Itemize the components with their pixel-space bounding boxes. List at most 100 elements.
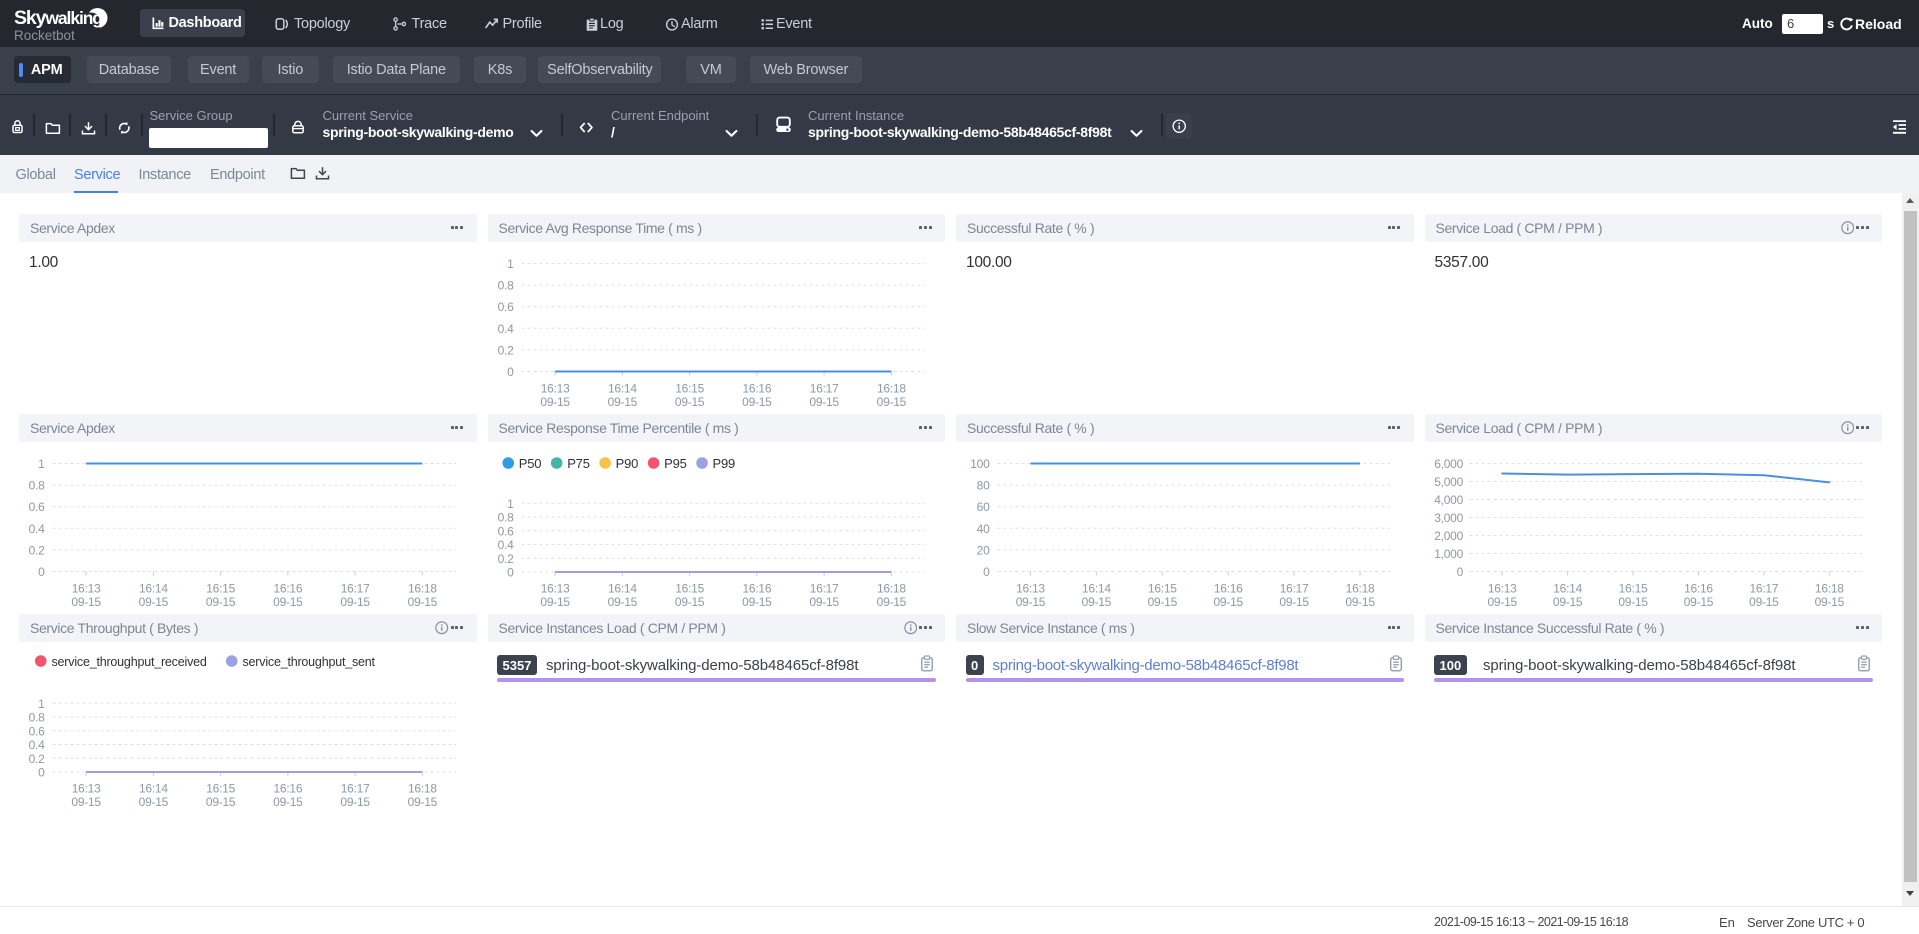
svg-text:16:13: 16:13 [540,581,569,595]
svg-text:16:18: 16:18 [1346,581,1375,595]
svg-text:1,000: 1,000 [1434,547,1463,561]
svg-text:09-15: 09-15 [809,395,839,409]
svg-text:09-15: 09-15 [1345,595,1375,609]
svg-text:09-15: 09-15 [1552,595,1582,609]
svg-text:16:15: 16:15 [675,581,704,595]
svg-text:0.2: 0.2 [29,751,46,765]
svg-text:0.4: 0.4 [497,538,514,552]
svg-text:09-15: 09-15 [1082,595,1112,609]
svg-text:09-15: 09-15 [273,595,303,609]
svg-text:0.4: 0.4 [29,521,46,535]
svg-text:09-15: 09-15 [1148,595,1178,609]
svg-text:60: 60 [977,500,990,514]
svg-text:0.2: 0.2 [497,551,514,565]
svg-text:1: 1 [507,496,514,510]
svg-text:09-15: 09-15 [340,795,370,809]
svg-text:2,000: 2,000 [1434,529,1463,543]
svg-text:09-15: 09-15 [408,795,438,809]
svg-text:09-15: 09-15 [674,395,704,409]
svg-text:09-15: 09-15 [1749,595,1779,609]
svg-text:0.2: 0.2 [29,543,46,557]
svg-text:16:18: 16:18 [1814,581,1843,595]
svg-text:4,000: 4,000 [1434,493,1463,507]
svg-text:09-15: 09-15 [1814,595,1844,609]
svg-text:09-15: 09-15 [206,795,236,809]
svg-text:09-15: 09-15 [607,595,637,609]
svg-text:P99: P99 [712,456,735,471]
svg-text:16:13: 16:13 [72,781,101,795]
svg-text:09-15: 09-15 [1279,595,1309,609]
svg-text:0.8: 0.8 [29,710,46,724]
svg-text:09-15: 09-15 [1487,595,1517,609]
svg-text:16:17: 16:17 [341,781,370,795]
svg-text:16:13: 16:13 [72,581,101,595]
svg-text:16:17: 16:17 [809,581,838,595]
svg-text:1: 1 [38,457,45,471]
svg-text:6,000: 6,000 [1434,457,1463,471]
svg-text:16:18: 16:18 [876,381,905,395]
svg-text:0: 0 [38,565,45,579]
svg-text:P90: P90 [615,456,638,471]
svg-text:16:14: 16:14 [139,581,168,595]
svg-text:16:16: 16:16 [742,381,771,395]
svg-text:09-15: 09-15 [340,595,370,609]
svg-text:16:15: 16:15 [1618,581,1647,595]
svg-text:0.8: 0.8 [497,278,514,292]
svg-text:80: 80 [977,478,990,492]
svg-text:16:14: 16:14 [139,781,168,795]
svg-text:16:14: 16:14 [607,381,636,395]
svg-text:0.8: 0.8 [497,510,514,524]
svg-text:16:17: 16:17 [809,381,838,395]
svg-text:16:18: 16:18 [876,581,905,595]
svg-text:09-15: 09-15 [139,795,169,809]
svg-text:09-15: 09-15 [674,595,704,609]
svg-text:40: 40 [977,521,990,535]
svg-text:0.6: 0.6 [29,724,46,738]
svg-text:09-15: 09-15 [1016,595,1046,609]
svg-text:16:15: 16:15 [206,581,235,595]
svg-text:0.4: 0.4 [29,738,46,752]
svg-text:0.6: 0.6 [29,500,46,514]
svg-text:0.6: 0.6 [497,300,514,314]
svg-text:09-15: 09-15 [876,595,906,609]
svg-text:09-15: 09-15 [876,395,906,409]
svg-text:16:17: 16:17 [1749,581,1778,595]
svg-text:09-15: 09-15 [71,595,101,609]
svg-text:0: 0 [983,565,990,579]
svg-text:09-15: 09-15 [1683,595,1713,609]
svg-text:P95: P95 [664,456,687,471]
svg-text:09-15: 09-15 [139,595,169,609]
svg-text:16:16: 16:16 [273,581,302,595]
svg-text:16:13: 16:13 [540,381,569,395]
svg-text:16:16: 16:16 [1214,581,1243,595]
svg-text:09-15: 09-15 [540,595,570,609]
svg-text:20: 20 [977,543,990,557]
svg-text:16:15: 16:15 [206,781,235,795]
svg-text:16:16: 16:16 [273,781,302,795]
svg-text:16:17: 16:17 [341,581,370,595]
svg-text:09-15: 09-15 [408,595,438,609]
svg-text:service_throughput_sent: service_throughput_sent [243,655,376,669]
svg-text:09-15: 09-15 [540,395,570,409]
svg-text:0.6: 0.6 [497,524,514,538]
svg-text:09-15: 09-15 [742,595,772,609]
svg-text:16:16: 16:16 [742,581,771,595]
svg-text:16:13: 16:13 [1487,581,1516,595]
svg-text:0: 0 [38,765,45,779]
svg-text:09-15: 09-15 [607,395,637,409]
svg-text:P50: P50 [518,456,541,471]
svg-text:P75: P75 [567,456,590,471]
svg-text:0.4: 0.4 [497,321,514,335]
svg-text:1: 1 [38,696,45,710]
svg-text:16:15: 16:15 [1148,581,1177,595]
svg-text:service_throughput_received: service_throughput_received [52,655,207,669]
svg-text:3,000: 3,000 [1434,511,1463,525]
svg-text:0: 0 [507,365,514,379]
svg-text:16:16: 16:16 [1684,581,1713,595]
svg-text:16:14: 16:14 [607,581,636,595]
svg-text:16:17: 16:17 [1280,581,1309,595]
svg-text:0.2: 0.2 [497,343,514,357]
svg-text:09-15: 09-15 [71,795,101,809]
svg-text:09-15: 09-15 [809,595,839,609]
svg-text:16:18: 16:18 [408,581,437,595]
